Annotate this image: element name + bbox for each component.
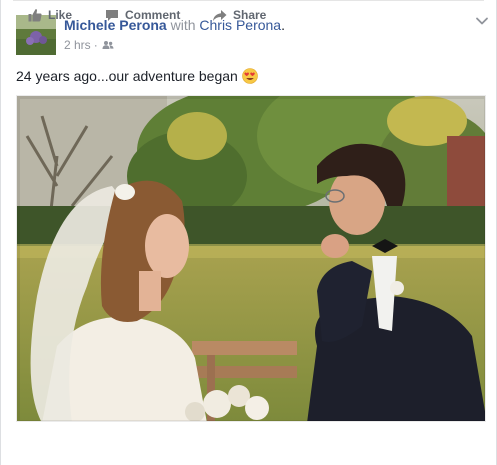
like-label: Like (48, 8, 73, 22)
like-button[interactable]: Like (28, 8, 72, 22)
post-actions: Like Comment Share (13, 0, 484, 31)
thumbs-up-icon (28, 9, 42, 22)
post-message: 24 years ago...our adventure began (16, 66, 258, 86)
friends-icon[interactable] (102, 40, 114, 50)
post-card: Michele Perona with Chris Perona. 2 hrs … (0, 0, 497, 465)
meta-separator: · (93, 38, 98, 52)
share-icon (213, 9, 227, 21)
heart-eyes-emoji-icon (242, 68, 258, 84)
share-label: Share (233, 8, 267, 22)
comment-label: Comment (125, 8, 181, 22)
timestamp[interactable]: 2 hrs (64, 37, 91, 53)
post-meta: 2 hrs · (64, 37, 114, 53)
share-button[interactable]: Share (212, 8, 266, 22)
comment-icon (106, 9, 118, 21)
post-photo[interactable] (16, 95, 486, 422)
comment-button[interactable]: Comment (105, 8, 180, 22)
post-text: 24 years ago...our adventure began (16, 68, 238, 84)
